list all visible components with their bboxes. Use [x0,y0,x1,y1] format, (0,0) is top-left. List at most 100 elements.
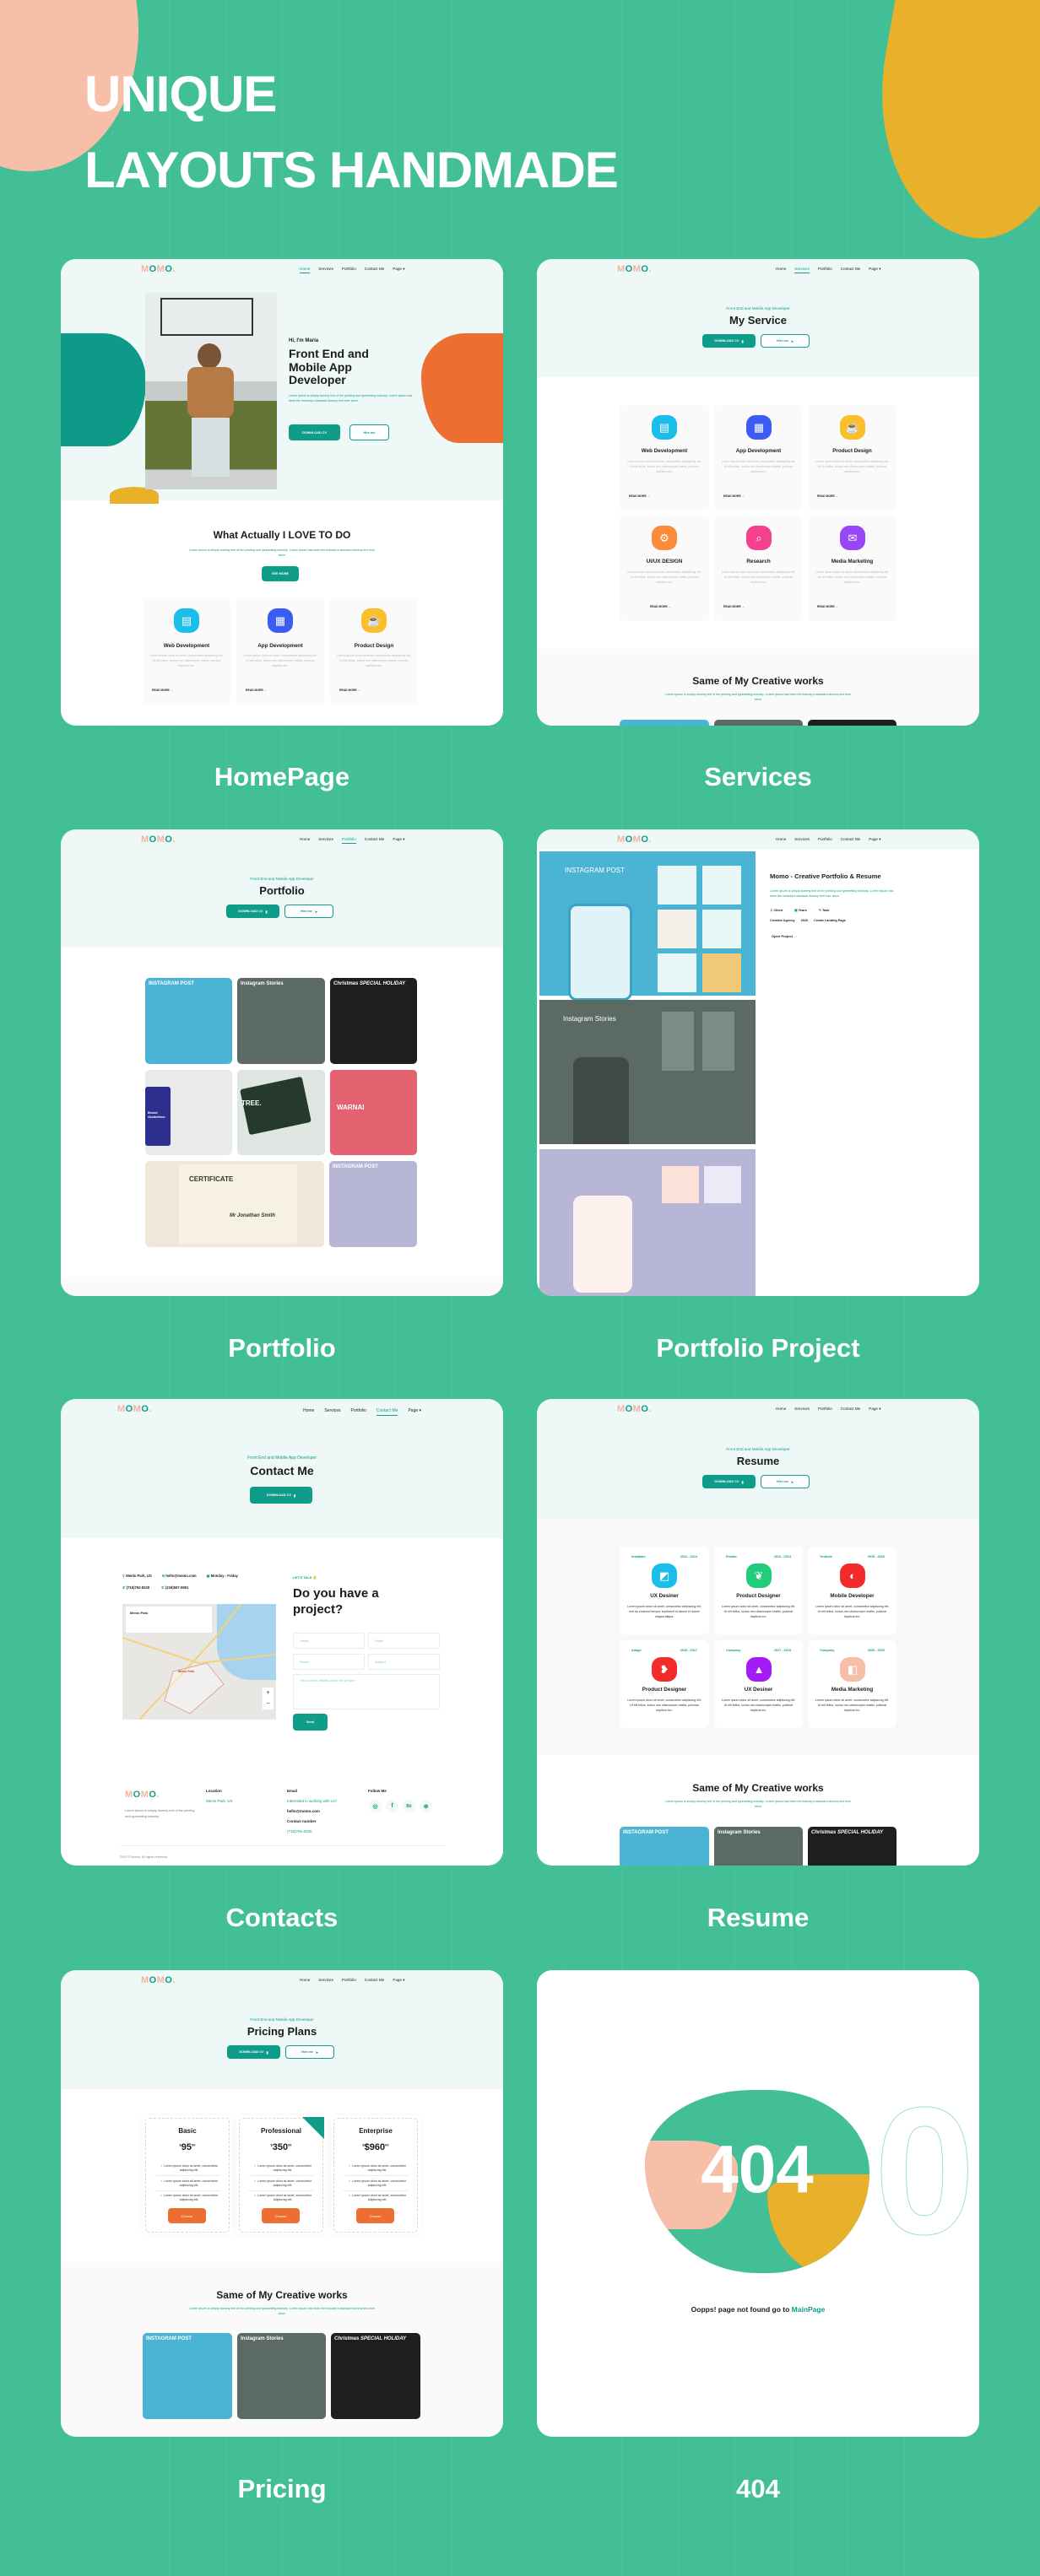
nav-contact[interactable]: Contact Me [365,837,385,844]
nav-services[interactable]: Services [324,1408,340,1416]
services-preview[interactable]: MOMO. Home Services Portfolio Contact Me… [537,259,979,726]
service-card[interactable]: ✉ Media Marketing Lorem ipsum dolor sit … [808,516,896,621]
behance-icon[interactable]: Bē [403,1800,415,1812]
portfolio-tile[interactable]: INSTAGRAM POST [145,978,232,1064]
download-cv-button[interactable]: DOWNLOAD CV ▮ [226,905,279,918]
logo[interactable]: MOMO. [141,834,176,845]
footer-email-cta[interactable]: Interested in working with us? [287,1799,337,1803]
dribbble-icon[interactable]: ⊛ [420,1800,432,1812]
service-card[interactable]: ▤ Web Development Lorem ipsum dolor sit … [620,405,709,510]
nav-services[interactable]: Services [318,837,333,844]
read-more-link[interactable]: READ MORE → [152,689,173,692]
logo[interactable]: MOMO. [117,1404,152,1414]
work-thumbnail[interactable]: Instagram Stories [714,1827,803,1866]
work-thumbnail[interactable] [620,720,709,726]
nav-contact[interactable]: Contact Me [365,1978,385,1985]
work-thumbnail[interactable] [714,720,803,726]
nav-portfolio[interactable]: Portfolio [342,267,356,273]
nav-services[interactable]: Services [794,267,810,273]
resume-preview[interactable]: MOMO. Home Services Portfolio Contact Me… [537,1399,979,1866]
service-card[interactable]: ⌕ Research Lorem ipsum dolor sit amet, c… [714,516,803,621]
hire-me-button[interactable]: Hire me ➤ [761,1475,810,1488]
nav-page[interactable]: Page ▾ [393,1978,404,1985]
work-thumbnail[interactable]: Christmas SPECIAL HOLIDAY [331,2333,420,2419]
read-more-link[interactable]: READ MORE → [629,494,650,498]
logo[interactable]: MOMO. [617,264,652,274]
nav-page[interactable]: Page ▾ [408,1408,421,1416]
download-cv-button[interactable]: DOWNLOAD CV ▮ [702,1475,756,1488]
portfolio-tile[interactable]: Instagram Stories [237,978,325,1064]
hire-me-button[interactable]: Hire me ➤ [285,2045,334,2059]
service-card[interactable]: ▦ App Development Lorem ipsum dolor sit … [236,598,324,705]
portfolio-preview[interactable]: MOMO. Home Services Portfolio Contact Me… [61,829,503,1296]
nav-portfolio[interactable]: Portfolio [342,1978,356,1985]
footer-contact-value[interactable]: (716)792-8330 [287,1829,312,1833]
email-info[interactable]: ✉ hello@momo.com [162,1574,197,1578]
read-more-link[interactable]: READ MORE → [723,494,745,498]
nav-home[interactable]: Home [300,837,310,844]
nav-home[interactable]: Home [776,267,786,273]
choose-button[interactable]: Choose [262,2208,300,2223]
nav-contact[interactable]: Contact Me [365,267,385,273]
pricing-preview[interactable]: MOMO. Home Services Portfolio Contact Me… [61,1970,503,2437]
nav-page[interactable]: Page ▾ [869,837,880,844]
service-card[interactable]: ☕ Product Design Lorem ipsum dolor sit a… [330,598,418,705]
service-card[interactable]: ▤ Web Development Lorem ipsum dolor sit … [143,598,230,705]
hire-me-button[interactable]: Hire me ➤ [284,905,333,918]
download-cv-button[interactable]: DOWNLOAD CV ▮ [250,1487,312,1504]
nav-portfolio[interactable]: Portfolio [341,837,356,844]
email-input[interactable]: Email [368,1633,440,1649]
read-more-link[interactable]: READ MORE → [650,605,671,608]
hire-me-button[interactable]: Hire me ➤ [761,334,810,348]
nav-contact[interactable]: Contact Me [841,267,861,273]
nav-page[interactable]: Page ▾ [869,267,880,273]
footer-email-value[interactable]: hello@momo.com [287,1809,320,1813]
portfolio-project-preview[interactable]: MOMO. Home Services Portfolio Contact Me… [537,829,979,1296]
see-more-button[interactable]: SEE MORE [262,566,299,581]
phone-1[interactable]: ✆ (716)792-8330 [122,1585,149,1590]
download-cv-button[interactable]: DOWNLOAD CV ▮ [702,334,756,348]
read-more-link[interactable]: READ MORE → [817,605,838,608]
nav-home[interactable]: Home [300,267,311,273]
choose-button[interactable]: Choose [356,2208,394,2223]
nav-portfolio[interactable]: Portfolio [351,1408,366,1416]
nav-home[interactable]: Home [776,837,786,844]
nav-portfolio[interactable]: Portfolio [818,267,832,273]
portfolio-tile[interactable]: CERTIFICATE Mr Jonathan Smith [145,1161,324,1247]
nav-contact[interactable]: Contact Me [841,837,861,844]
send-button[interactable]: Send [293,1714,328,1731]
facebook-icon[interactable]: f [386,1800,398,1812]
map[interactable]: Menlo Park Menlo Park + − [122,1604,276,1720]
portfolio-tile[interactable]: Christmas SPECIAL HOLIDAY [330,978,417,1064]
logo[interactable]: MOMO. [141,264,176,274]
nav-services[interactable]: Services [794,837,810,844]
work-thumbnail[interactable]: Christmas SPECIAL HOLIDAY [808,1827,896,1866]
map-zoom-controls[interactable]: + − [263,1688,274,1709]
service-card[interactable]: ▦ App Development Lorem ipsum dolor sit … [714,405,803,510]
instagram-icon[interactable]: ◎ [369,1800,382,1812]
logo[interactable]: MOMO. [141,1975,176,1985]
nav-portfolio[interactable]: Portfolio [818,837,832,844]
contact-preview[interactable]: MOMO. Home Services Portfolio Contact Me… [61,1399,503,1866]
message-textarea[interactable]: Tell us more details about the project [293,1674,440,1709]
main-page-link[interactable]: MainPage [792,2305,826,2314]
nav-services[interactable]: Services [794,1407,810,1413]
hire-me-button[interactable]: Hire me [349,424,389,440]
download-cv-button[interactable]: DOWNLOAD CV ▮ [227,2045,280,2059]
work-thumbnail[interactable]: INSTAGRAM POST [620,1827,709,1866]
nav-contact[interactable]: Contact Me [841,1407,861,1413]
nav-home[interactable]: Home [776,1407,786,1413]
footer-logo[interactable]: MOMO. [125,1790,160,1800]
nav-home[interactable]: Home [303,1408,314,1416]
nav-services[interactable]: Services [318,1978,333,1985]
nav-contact[interactable]: Contact Me [376,1408,398,1416]
choose-button[interactable]: Choose [168,2208,206,2223]
nav-home[interactable]: Home [300,1978,310,1985]
name-input[interactable]: Name [293,1633,365,1649]
nav-portfolio[interactable]: Portfolio [818,1407,832,1413]
service-card[interactable]: ⚙ UI/UX DESIGN Lorem ipsum dolor sit ame… [620,516,709,621]
nav-page[interactable]: Page ▾ [393,837,404,844]
not-found-preview[interactable]: 404 404 Oopps! page not found go to Main… [537,1970,979,2437]
portfolio-tile[interactable]: WARNAI [330,1070,417,1155]
read-more-link[interactable]: READ MORE → [246,689,267,692]
